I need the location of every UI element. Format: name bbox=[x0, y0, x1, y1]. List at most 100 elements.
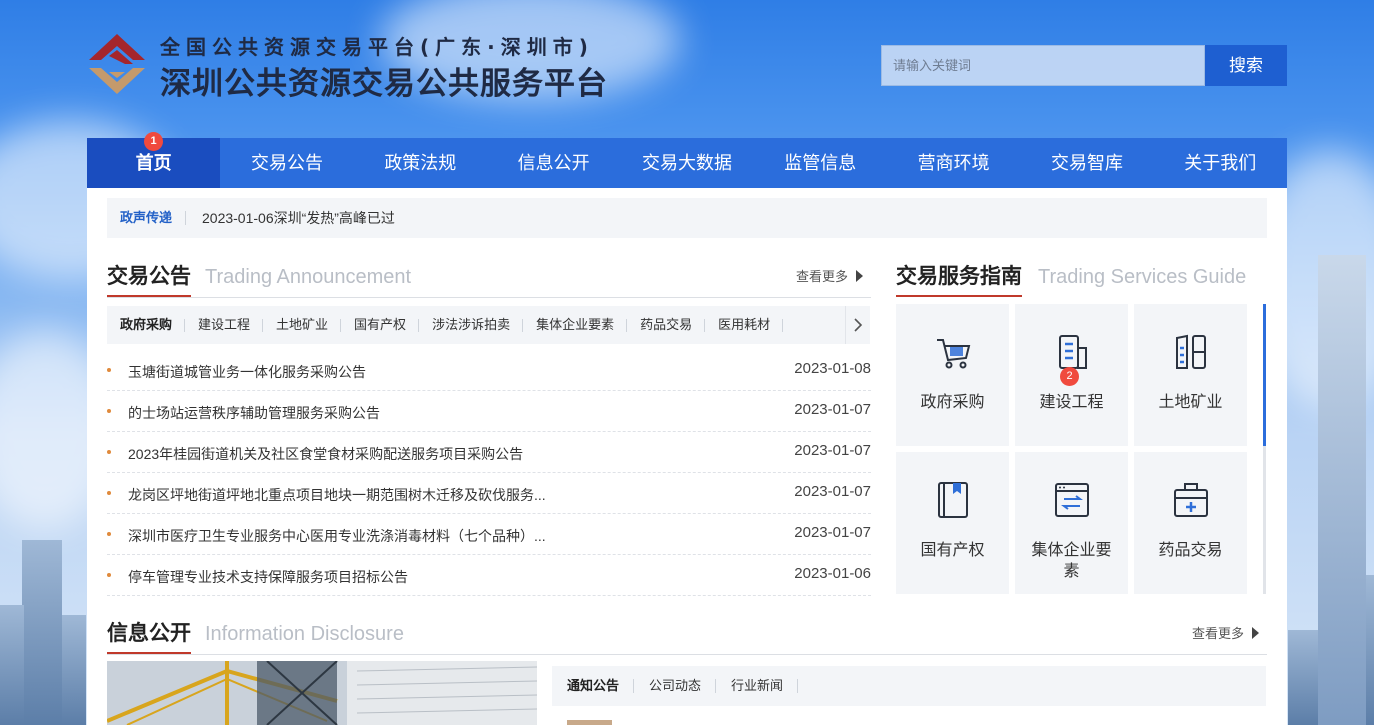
bullet-dot bbox=[107, 573, 111, 577]
category-tabs: 政府采购 建设工程 土地矿业 国有产权 涉法涉诉拍卖 集体企业要素 药品交易 医用耗材 bbox=[107, 306, 850, 344]
guide-badge: 2 bbox=[1060, 367, 1079, 386]
nav-item-policy[interactable]: 政策法规 bbox=[354, 138, 487, 188]
guide-grid: 政府采购 2 建设工程 土地矿业 国有产权 集体企业要素 药品交易 bbox=[896, 304, 1248, 594]
list-item[interactable]: 玉塘街道城管业务一体化服务采购公告 2023-01-08 bbox=[107, 350, 871, 391]
land-icon bbox=[1176, 334, 1206, 369]
guide-scrollbar[interactable] bbox=[1263, 304, 1266, 594]
guide-card-land-mining[interactable]: 土地矿业 bbox=[1134, 304, 1247, 446]
category-tab[interactable]: 集体企业要素 bbox=[523, 306, 628, 344]
nav-badge: 1 bbox=[144, 132, 163, 151]
category-tab[interactable]: 建设工程 bbox=[185, 306, 264, 344]
category-tab[interactable]: 国有产权 bbox=[341, 306, 420, 344]
announcement-title[interactable]: 停车管理专业技术支持保障服务项目招标公告 bbox=[128, 567, 408, 587]
guide-card-label: 政府采购 bbox=[920, 394, 985, 411]
arrow-right-icon bbox=[856, 270, 863, 282]
info-banner-image[interactable] bbox=[107, 661, 537, 725]
cart-icon bbox=[937, 339, 971, 369]
site-logo[interactable] bbox=[87, 32, 147, 96]
bullet-dot bbox=[107, 532, 111, 536]
divider bbox=[185, 211, 186, 225]
scrollbar-thumb[interactable] bbox=[1263, 304, 1266, 446]
announcement-title[interactable]: 的士场站运营秩序辅助管理服务采购公告 bbox=[128, 403, 380, 423]
site-title: 深圳公共资源交易公共服务平台 bbox=[160, 66, 608, 102]
skyline-building bbox=[1288, 630, 1318, 725]
guide-card-label: 土地矿业 bbox=[1158, 394, 1223, 411]
bullet-dot bbox=[107, 491, 111, 495]
guide-card-collective-enterprise[interactable]: 集体企业要素 bbox=[1015, 452, 1128, 594]
announcement-title[interactable]: 深圳市医疗卫生专业服务中心医用专业洗涤消毒材料（七个品种）... bbox=[128, 526, 546, 546]
section-title-en: Trading Announcement bbox=[205, 266, 412, 288]
bullet-dot bbox=[107, 450, 111, 454]
guide-card-label: 建设工程 bbox=[1039, 394, 1104, 411]
section-title-en: Information Disclosure bbox=[205, 623, 404, 645]
list-item[interactable]: 停车管理专业技术支持保障服务项目招标公告 2023-01-06 bbox=[107, 555, 871, 596]
ticker-label: 政声传递 bbox=[120, 210, 173, 225]
search-input[interactable]: 请输入关键词 bbox=[881, 45, 1205, 86]
announcement-date: 2023-01-07 bbox=[794, 524, 871, 541]
category-tab[interactable]: 药品交易 bbox=[627, 306, 706, 344]
guide-card-drug-trading[interactable]: 药品交易 bbox=[1134, 452, 1247, 594]
list-item[interactable]: 深圳市医疗卫生专业服务中心医用专业洗涤消毒材料（七个品种）... 2023-01… bbox=[107, 514, 871, 555]
nav-item-supervision[interactable]: 监管信息 bbox=[754, 138, 887, 188]
nav-item-trading-announcement[interactable]: 交易公告 bbox=[220, 138, 353, 188]
skyline-building bbox=[0, 605, 24, 725]
guide-card-gov-procurement[interactable]: 政府采购 bbox=[896, 304, 1009, 446]
skyline-building bbox=[62, 615, 86, 725]
info-tabs: 通知公告 公司动态 行业新闻 bbox=[552, 666, 1266, 706]
more-link[interactable]: 查看更多 bbox=[1192, 624, 1259, 644]
announcement-title[interactable]: 龙岗区坪地街道坪地北重点项目地块一期范围树木迁移及砍伐服务... bbox=[128, 485, 546, 505]
more-label: 查看更多 bbox=[1191, 626, 1244, 641]
building-icon bbox=[1059, 335, 1087, 369]
bullet-dot bbox=[107, 368, 111, 372]
transfer-window-icon bbox=[1055, 483, 1089, 517]
guide-card-label: 集体企业要素 bbox=[1031, 542, 1112, 580]
guide-card-construction[interactable]: 2 建设工程 bbox=[1015, 304, 1128, 446]
nav-item-label: 首页 bbox=[135, 153, 172, 173]
more-link[interactable]: 查看更多 bbox=[796, 267, 863, 287]
site-subtitle: 全国公共资源交易平台(广东·深圳市) bbox=[160, 35, 594, 59]
announcement-date: 2023-01-08 bbox=[794, 360, 871, 377]
list-item[interactable]: 2023年桂园街道机关及社区食堂食材采购配送服务项目采购公告 2023-01-0… bbox=[107, 432, 871, 473]
announcement-title[interactable]: 2023年桂园街道机关及社区食堂食材采购配送服务项目采购公告 bbox=[128, 444, 523, 464]
announcement-date: 2023-01-07 bbox=[794, 401, 871, 418]
info-section-header: 信息公开 Information Disclosure 查看更多 bbox=[107, 619, 1267, 655]
skyline-building bbox=[1318, 255, 1366, 725]
nav-item-info-disclosure[interactable]: 信息公开 bbox=[487, 138, 620, 188]
category-tab[interactable]: 土地矿业 bbox=[263, 306, 342, 344]
announcement-title[interactable]: 玉塘街道城管业务一体化服务采购公告 bbox=[128, 362, 366, 382]
info-tab[interactable]: 通知公告 bbox=[552, 666, 635, 706]
news-ticker: 政声传递 2023-01-06深圳“发热”高峰已过 bbox=[107, 198, 1267, 238]
content-panel: 政声传递 2023-01-06深圳“发热”高峰已过 交易公告 Trading A… bbox=[87, 188, 1287, 725]
nav-item-big-data[interactable]: 交易大数据 bbox=[620, 138, 753, 188]
main-nav: 首页 1 交易公告 政策法规 信息公开 交易大数据 监管信息 营商环境 交易智库… bbox=[87, 132, 1287, 188]
category-tab[interactable]: 政府采购 bbox=[107, 306, 186, 344]
ticker-headline[interactable]: 2023-01-06深圳“发热”高峰已过 bbox=[202, 198, 395, 238]
section-title: 信息公开 bbox=[107, 619, 191, 654]
nav-item-about[interactable]: 关于我们 bbox=[1154, 138, 1287, 188]
info-tab[interactable]: 公司动态 bbox=[634, 666, 717, 706]
medical-kit-icon bbox=[1174, 483, 1208, 517]
guide-card-state-property[interactable]: 国有产权 bbox=[896, 452, 1009, 594]
announcement-date: 2023-01-07 bbox=[794, 483, 871, 500]
nav-item-think-tank[interactable]: 交易智库 bbox=[1020, 138, 1153, 188]
info-list-thumb bbox=[567, 720, 612, 725]
list-item[interactable]: 龙岗区坪地街道坪地北重点项目地块一期范围树木迁移及砍伐服务... 2023-01… bbox=[107, 473, 871, 514]
info-tab[interactable]: 行业新闻 bbox=[716, 666, 799, 706]
guide-section-header: 交易服务指南 Trading Services Guide bbox=[896, 262, 1266, 298]
bookmark-book-icon bbox=[938, 482, 968, 518]
more-label: 查看更多 bbox=[795, 269, 848, 284]
category-tab[interactable]: 涉法涉诉拍卖 bbox=[419, 306, 524, 344]
search-button[interactable]: 搜索 bbox=[1205, 45, 1287, 86]
category-tab[interactable]: 医用耗材 bbox=[705, 306, 784, 344]
announcement-list: 玉塘街道城管业务一体化服务采购公告 2023-01-08 的士场站运营秩序辅助管… bbox=[107, 350, 871, 596]
nav-item-business-env[interactable]: 营商环境 bbox=[887, 138, 1020, 188]
announcement-date: 2023-01-07 bbox=[794, 442, 871, 459]
section-title: 交易公告 bbox=[107, 262, 191, 297]
section-title: 交易服务指南 bbox=[896, 262, 1022, 297]
chevron-right-icon[interactable] bbox=[845, 306, 870, 344]
section-title-en: Trading Services Guide bbox=[1038, 266, 1247, 288]
skyline-building bbox=[1366, 575, 1374, 725]
list-item[interactable]: 的士场站运营秩序辅助管理服务采购公告 2023-01-07 bbox=[107, 391, 871, 432]
skyline-building bbox=[22, 540, 62, 725]
nav-item-home[interactable]: 首页 1 bbox=[87, 132, 221, 188]
